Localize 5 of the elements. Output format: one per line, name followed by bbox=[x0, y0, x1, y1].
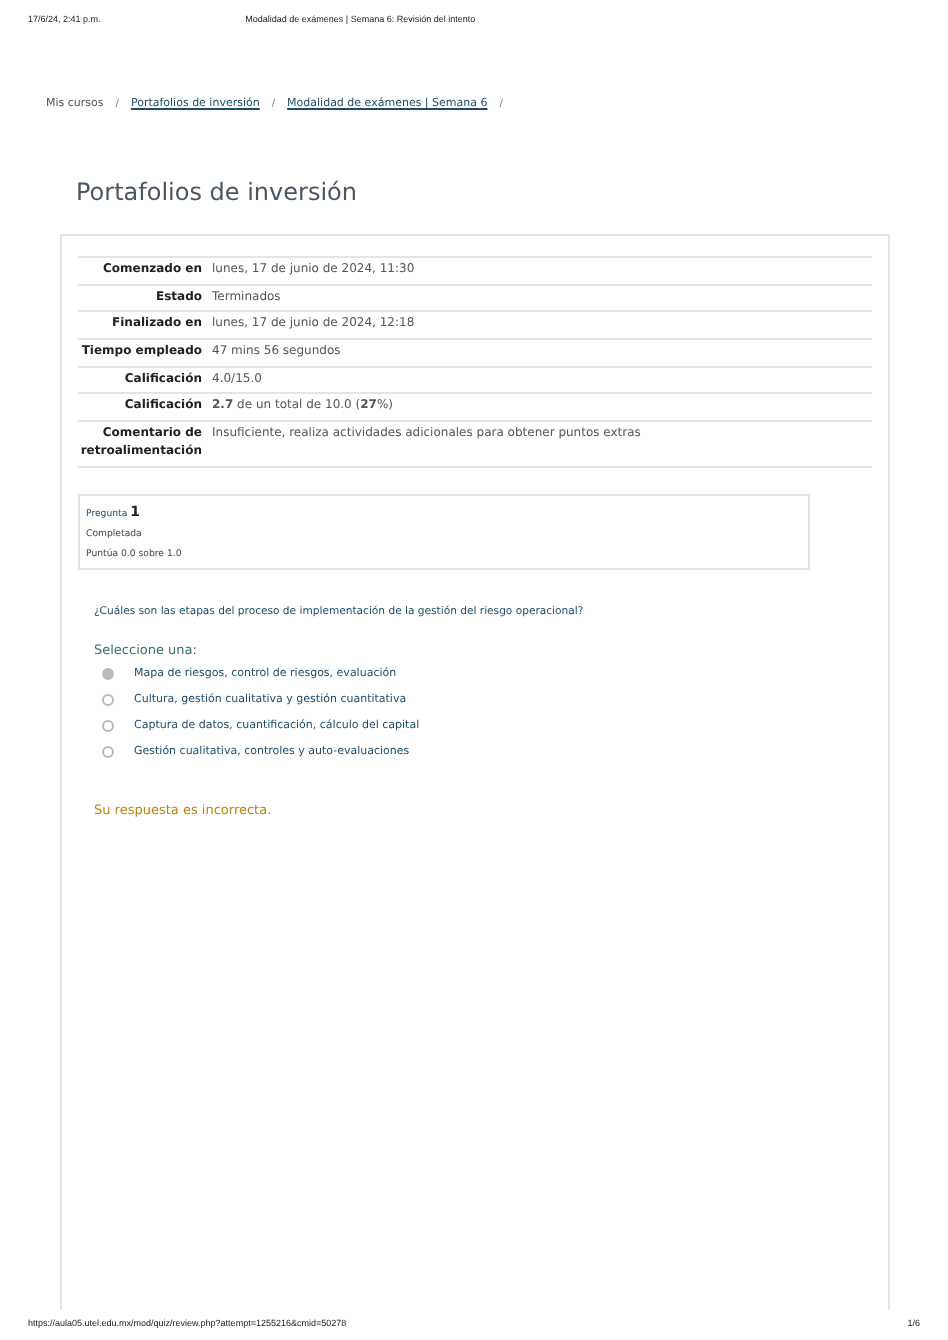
page-title: Portafolios de inversión bbox=[76, 178, 359, 206]
radio-button[interactable] bbox=[102, 667, 114, 679]
radio-button[interactable] bbox=[102, 693, 114, 705]
radio-button[interactable] bbox=[102, 719, 114, 731]
radio-button[interactable] bbox=[102, 745, 114, 757]
